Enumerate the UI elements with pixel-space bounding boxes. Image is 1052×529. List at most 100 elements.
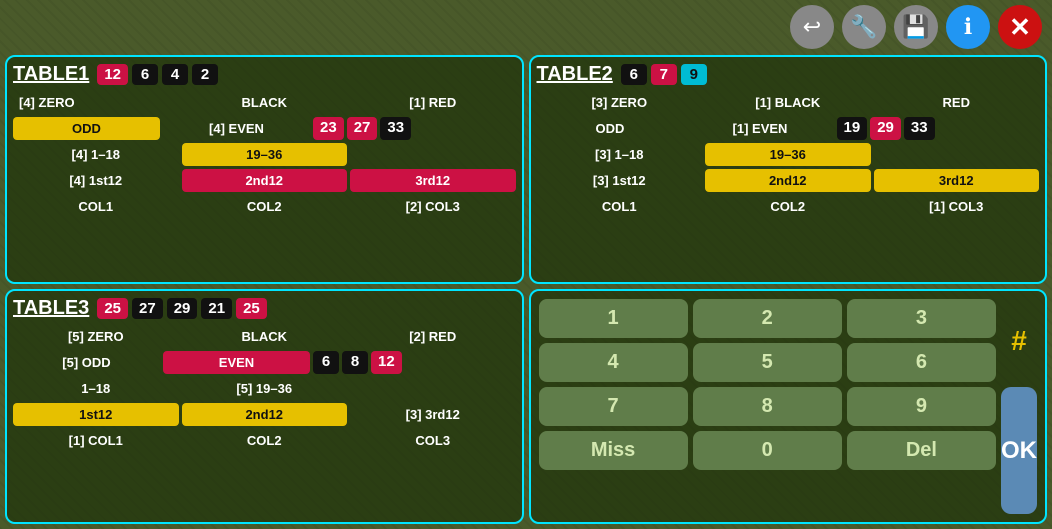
table2-panel: TABLE2 6 7 9 [3] ZERO [1] BLACK RED ODD … <box>529 55 1048 284</box>
table3-row-2: 1–18 [5] 19–36 <box>13 377 516 400</box>
table2-badge-2: 9 <box>681 64 707 85</box>
t3-r3-right: [3] 3rd12 <box>350 403 516 426</box>
t1-r0-mid: BLACK <box>182 91 348 114</box>
t2-r1-mid: [1] EVEN <box>687 117 834 140</box>
table2-row-3: [3] 1st12 2nd12 3rd12 <box>537 169 1040 192</box>
t2-r2-mid: 19–36 <box>705 143 871 166</box>
wrench-button[interactable]: 🔧 <box>842 5 886 49</box>
table1-panel: TABLE1 12 6 4 2 [4] ZERO BLACK [1] RED O… <box>5 55 524 284</box>
main-grid: TABLE1 12 6 4 2 [4] ZERO BLACK [1] RED O… <box>5 55 1047 524</box>
t1-r4-mid: COL2 <box>182 195 348 218</box>
table2-title: TABLE2 <box>537 63 613 86</box>
table3-row-3: 1st12 2nd12 [3] 3rd12 <box>13 403 516 426</box>
t2-r0-right: RED <box>874 91 1040 114</box>
t3-r0-mid: BLACK <box>182 325 348 348</box>
t1-r4-left: COL1 <box>13 195 179 218</box>
numpad-8[interactable]: 8 <box>693 387 842 426</box>
t2-r3-mid: 2nd12 <box>705 169 871 192</box>
numpad-miss[interactable]: Miss <box>539 431 688 470</box>
t3-r3-left: 1st12 <box>13 403 179 426</box>
numpad-ok[interactable]: OK <box>1001 387 1037 514</box>
numpad-panel: 1 2 3 # 4 5 6 7 8 9 OK Miss 0 Del <box>529 289 1048 524</box>
t1-r3-left: [4] 1st12 <box>13 169 179 192</box>
t1-r2-left: [4] 1–18 <box>13 143 179 166</box>
numpad-hash: # <box>1001 299 1037 382</box>
table1-badge-3: 2 <box>192 64 218 85</box>
table3-badge-2: 29 <box>167 298 198 319</box>
t1-r0-right: [1] RED <box>350 91 516 114</box>
t1-r3-right: 3rd12 <box>350 169 516 192</box>
table3-title: TABLE3 <box>13 297 89 320</box>
table3-badge-3: 21 <box>201 298 232 319</box>
save-button[interactable]: 💾 <box>894 5 938 49</box>
t2-r4-left: COL1 <box>537 195 703 218</box>
back-button[interactable]: ↩ <box>790 5 834 49</box>
table2-row-1: ODD [1] EVEN 19 29 33 <box>537 117 1040 140</box>
table1-row-1: ODD [4] EVEN 23 27 33 <box>13 117 516 140</box>
table2-row-4: COL1 COL2 [1] COL3 <box>537 195 1040 218</box>
table1-badge-1: 6 <box>132 64 158 85</box>
t3-r1-left: [5] ODD <box>13 351 160 374</box>
t2-num-29: 29 <box>870 117 901 140</box>
t2-r2-right <box>874 143 1040 166</box>
t2-r4-right: [1] COL3 <box>874 195 1040 218</box>
t3-r0-left: [5] ZERO <box>13 325 179 348</box>
table3-row-1: [5] ODD EVEN 6 8 12 <box>13 351 516 374</box>
table1-row-0: [4] ZERO BLACK [1] RED <box>13 91 516 114</box>
t1-r1-left: ODD <box>13 117 160 140</box>
table3-panel: TABLE3 25 27 29 21 25 [5] ZERO BLACK [2]… <box>5 289 524 524</box>
table2-badge-0: 6 <box>621 64 647 85</box>
t2-r1-left: ODD <box>537 117 684 140</box>
numpad-4[interactable]: 4 <box>539 343 688 382</box>
close-button[interactable]: ✕ <box>998 5 1042 49</box>
t2-r2-left: [3] 1–18 <box>537 143 703 166</box>
t1-r1-mid: [4] EVEN <box>163 117 310 140</box>
numpad-5[interactable]: 5 <box>693 343 842 382</box>
table3-header: TABLE3 25 27 29 21 25 <box>13 297 516 320</box>
t1-r2-mid: 19–36 <box>182 143 348 166</box>
numpad-3[interactable]: 3 <box>847 299 996 338</box>
table2-row-0: [3] ZERO [1] BLACK RED <box>537 91 1040 114</box>
numpad-7[interactable]: 7 <box>539 387 688 426</box>
t2-r3-left: [3] 1st12 <box>537 169 703 192</box>
numpad-1[interactable]: 1 <box>539 299 688 338</box>
t1-r2-right <box>350 143 516 166</box>
t3-num-12: 12 <box>371 351 402 374</box>
table1-title: TABLE1 <box>13 63 89 86</box>
t2-r0-left: [3] ZERO <box>537 91 703 114</box>
t1-num-27: 27 <box>347 117 378 140</box>
numpad-del[interactable]: Del <box>847 431 996 470</box>
t3-r3-mid: 2nd12 <box>182 403 348 426</box>
table1-header: TABLE1 12 6 4 2 <box>13 63 516 86</box>
table3-badge-0: 25 <box>97 298 128 319</box>
table3-badge-1: 27 <box>132 298 163 319</box>
t2-r0-mid: [1] BLACK <box>705 91 871 114</box>
table2-header: TABLE2 6 7 9 <box>537 63 1040 86</box>
t1-num-33: 33 <box>380 117 411 140</box>
t2-num-19: 19 <box>837 117 868 140</box>
table1-row-3: [4] 1st12 2nd12 3rd12 <box>13 169 516 192</box>
numpad-2[interactable]: 2 <box>693 299 842 338</box>
table2-row-2: [3] 1–18 19–36 <box>537 143 1040 166</box>
t3-r2-mid: [5] 19–36 <box>182 377 348 400</box>
toolbar: ↩ 🔧 💾 ℹ ✕ <box>790 5 1042 49</box>
t3-r4-right: COL3 <box>350 429 516 452</box>
t1-num-23: 23 <box>313 117 344 140</box>
t1-r3-mid: 2nd12 <box>182 169 348 192</box>
t3-num-6: 6 <box>313 351 339 374</box>
numpad-0[interactable]: 0 <box>693 431 842 470</box>
t3-r1-mid: EVEN <box>163 351 310 374</box>
t2-r3-right: 3rd12 <box>874 169 1040 192</box>
numpad-6[interactable]: 6 <box>847 343 996 382</box>
t2-num-33: 33 <box>904 117 935 140</box>
t2-r4-mid: COL2 <box>705 195 871 218</box>
table3-badge-4: 25 <box>236 298 267 319</box>
info-button[interactable]: ℹ <box>946 5 990 49</box>
table1-row-4: COL1 COL2 [2] COL3 <box>13 195 516 218</box>
t1-r0-left: [4] ZERO <box>13 91 179 114</box>
table1-badge-2: 4 <box>162 64 188 85</box>
t3-r4-left: [1] COL1 <box>13 429 179 452</box>
t3-r0-right: [2] RED <box>350 325 516 348</box>
table2-badge-1: 7 <box>651 64 677 85</box>
numpad-9[interactable]: 9 <box>847 387 996 426</box>
